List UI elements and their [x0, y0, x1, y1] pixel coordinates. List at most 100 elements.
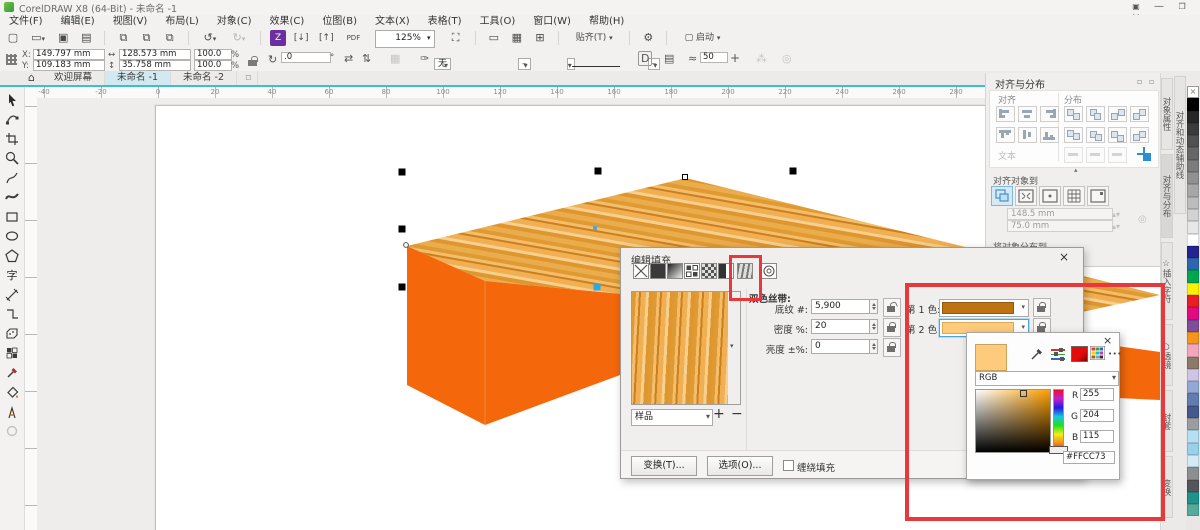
menu-item[interactable]: 视图(V) — [104, 15, 157, 28]
text-wrap-icon[interactable]: ▤ — [664, 52, 674, 65]
fill-node-small[interactable] — [593, 226, 597, 230]
mirror-horizontal-icon[interactable]: ⇄ — [344, 52, 353, 65]
menu-item[interactable]: 效果(C) — [261, 15, 314, 28]
object-height-input[interactable]: 35.758 mm — [119, 60, 191, 71]
palette-swatch[interactable] — [1187, 467, 1199, 479]
x-position-input[interactable]: 149.797 mm — [33, 49, 105, 60]
brightness-input[interactable]: 0 — [811, 339, 871, 354]
palette-swatch[interactable] — [1187, 418, 1199, 430]
palette-swatch[interactable] — [1187, 393, 1199, 405]
line-style-select[interactable]: ▾ — [567, 58, 575, 70]
align-to-grid-button[interactable] — [1063, 186, 1085, 206]
palette-swatch[interactable] — [1187, 455, 1199, 467]
import-icon[interactable]: [↓] — [291, 30, 311, 46]
palette-swatch[interactable] — [1187, 246, 1199, 258]
menu-item[interactable]: 文件(F) — [0, 15, 52, 28]
tab-untitled-2[interactable]: 未命名 -2 — [171, 71, 237, 85]
palette-swatch[interactable] — [1187, 307, 1199, 319]
freehand-tool[interactable] — [2, 168, 22, 188]
paste-icon[interactable]: ⧉ — [161, 30, 179, 46]
vector-pattern-icon[interactable] — [684, 263, 700, 279]
minimize-button[interactable]: — — [1149, 1, 1169, 12]
palette-swatch[interactable] — [1187, 381, 1199, 393]
text-tool[interactable]: 字 — [2, 266, 22, 286]
distribute-top-button[interactable] — [1064, 127, 1083, 143]
rotation-angle-input[interactable]: .0 — [281, 52, 331, 63]
palette-swatch[interactable] — [1187, 344, 1199, 356]
palette-swatch[interactable] — [1187, 197, 1199, 209]
left-node-handle[interactable] — [404, 243, 409, 248]
palette-swatch[interactable] — [1187, 111, 1199, 123]
palette-swatch[interactable] — [1187, 135, 1199, 147]
align-to-page-center-button[interactable] — [1039, 186, 1061, 206]
fill-tool[interactable] — [2, 383, 22, 403]
align-top-button[interactable] — [996, 127, 1015, 143]
texture-preview[interactable] — [631, 291, 730, 405]
outline-width-select[interactable]: 无▾ — [434, 58, 451, 70]
shape-tool[interactable] — [2, 110, 22, 130]
fountain-fill-icon[interactable] — [667, 263, 683, 279]
menu-item[interactable]: 位图(B) — [313, 15, 366, 28]
palette-swatch[interactable] — [1187, 443, 1199, 455]
smoothness-input[interactable]: 50 — [700, 52, 728, 63]
start-arrow-select[interactable]: –▾ — [518, 58, 531, 70]
top-node-handle[interactable] — [683, 175, 688, 180]
crop-tool[interactable] — [2, 129, 22, 149]
docker-collapse-icon[interactable]: ▫ — [1137, 77, 1142, 86]
options-button[interactable]: 选项(O)... — [707, 456, 773, 476]
density-input[interactable]: 20 — [811, 319, 871, 334]
drop-shadow-tool[interactable] — [2, 324, 22, 344]
palette-swatch[interactable] — [1187, 406, 1199, 418]
palette-swatch[interactable] — [1187, 147, 1199, 159]
distribute-spacing-h-button[interactable] — [1108, 106, 1127, 122]
home-icon[interactable]: ⌂ — [28, 71, 35, 84]
rectangle-tool[interactable] — [2, 207, 22, 227]
align-crosshair-icon[interactable] — [1136, 146, 1152, 162]
wrap-fill-checkbox[interactable] — [783, 460, 794, 471]
new-tab-button[interactable]: ▫ — [240, 71, 257, 85]
publish-pdf-icon[interactable]: PDF — [341, 30, 365, 46]
texture-number-spinner[interactable] — [869, 299, 878, 314]
palette-swatch[interactable] — [1187, 123, 1199, 135]
show-guidelines-icon[interactable]: ⊞ — [531, 30, 549, 46]
bitmap-pattern-icon[interactable] — [701, 263, 717, 279]
cut-icon[interactable]: ⧉ — [114, 30, 132, 46]
launch-button[interactable]: ▢ 启动 ▾ — [677, 30, 729, 46]
open-icon[interactable]: ▭▾ — [27, 30, 49, 46]
distribute-center-h-button[interactable] — [1086, 106, 1105, 122]
palette-swatch[interactable] — [1187, 209, 1199, 221]
interactive-fill-tool[interactable] — [2, 402, 22, 422]
palette-swatch[interactable] — [1187, 295, 1199, 307]
align-x-input[interactable]: 148.5 mm — [1007, 208, 1113, 220]
menu-item[interactable]: 工具(O) — [471, 15, 525, 28]
align-middle-button[interactable] — [1018, 127, 1037, 143]
redo-icon[interactable]: ↻▾ — [227, 30, 251, 46]
mesh-fill-tool[interactable] — [2, 344, 22, 364]
postscript-fill-icon[interactable] — [761, 263, 777, 279]
save-icon[interactable]: ▣ — [54, 30, 72, 46]
section-collapse-icon[interactable]: ▴ — [1074, 166, 1078, 174]
menu-item[interactable]: 编辑(E) — [52, 15, 104, 28]
density-spinner[interactable] — [869, 319, 878, 334]
print-icon[interactable]: ▤ — [77, 30, 95, 46]
smart-fill-tool[interactable] — [2, 422, 22, 442]
remove-texture-button[interactable]: − — [731, 406, 743, 422]
restore-button[interactable]: ❐ — [1172, 2, 1192, 11]
distribute-middle-v-button[interactable] — [1086, 127, 1105, 143]
fullscreen-icon[interactable]: ⛶ — [446, 30, 466, 46]
palette-swatch[interactable] — [1187, 492, 1199, 504]
add-texture-button[interactable]: + — [713, 406, 725, 422]
dialog-close-icon[interactable]: × — [1059, 250, 1069, 264]
options-gear-icon[interactable]: ⚙ — [639, 30, 657, 46]
y-position-input[interactable]: 109.183 mm — [33, 60, 105, 71]
connector-tool[interactable] — [2, 305, 22, 325]
texture-number-lock[interactable] — [883, 298, 901, 317]
palette-swatch[interactable] — [1187, 221, 1199, 233]
palette-swatch[interactable] — [1187, 258, 1199, 270]
distribute-bottom-button[interactable] — [1130, 127, 1149, 143]
docker-close-icon[interactable]: ▫ — [1149, 77, 1154, 86]
palette-swatch[interactable] — [1187, 283, 1199, 295]
palette-swatch[interactable] — [1187, 332, 1199, 344]
align-right-button[interactable] — [1040, 106, 1059, 122]
tab-object-properties[interactable]: 对象属性 — [1161, 78, 1173, 150]
